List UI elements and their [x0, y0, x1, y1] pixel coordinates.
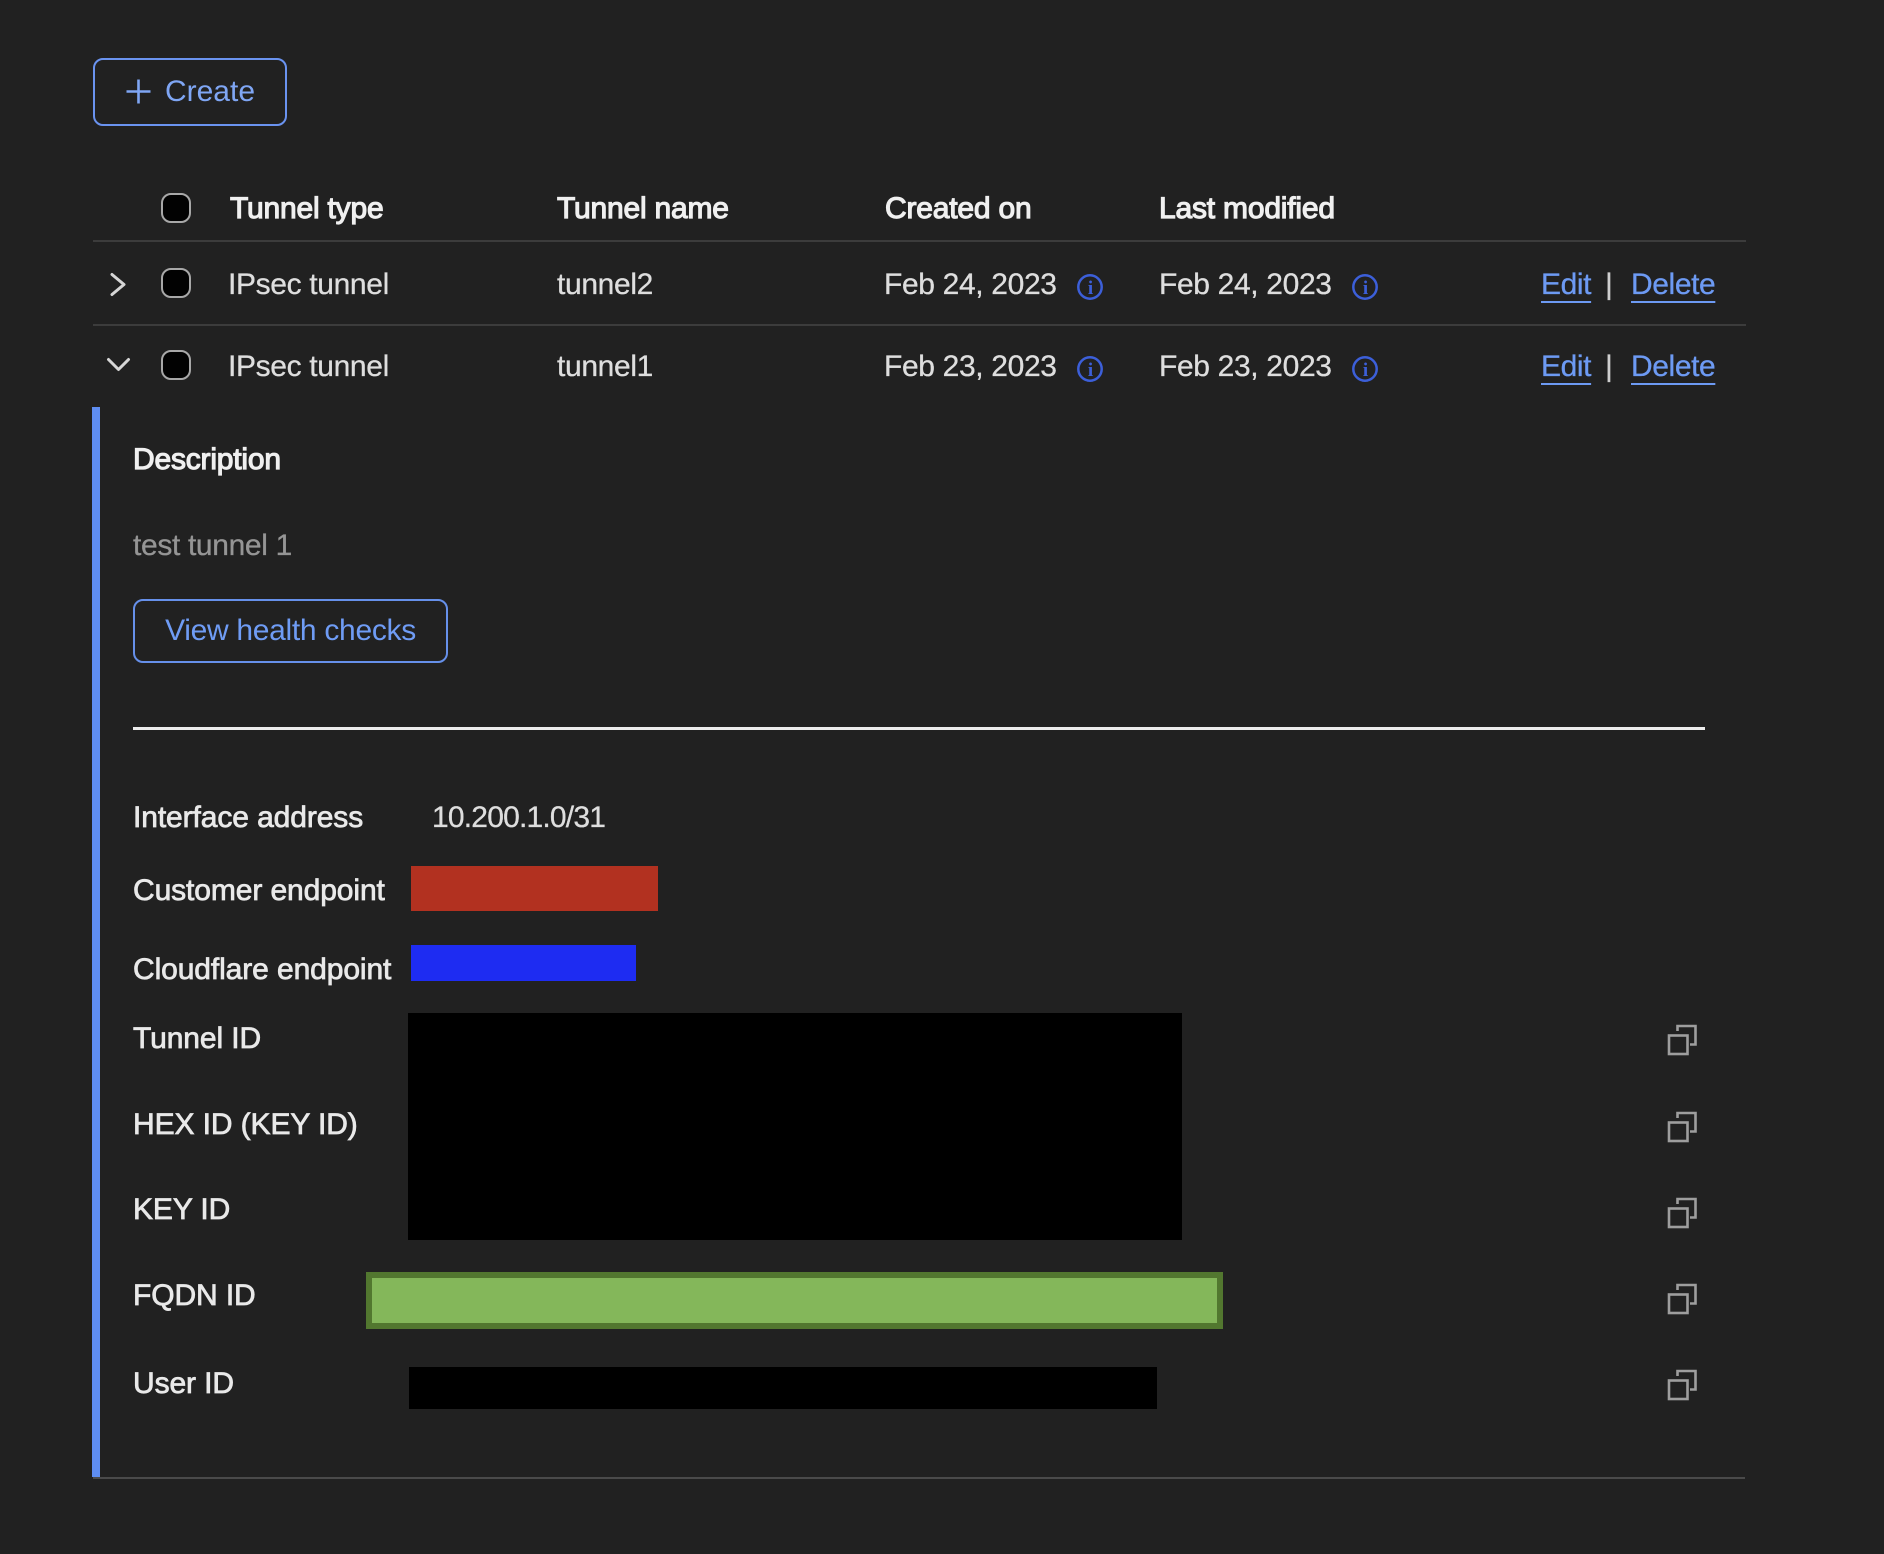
svg-text:i: i [1363, 278, 1368, 299]
svg-text:i: i [1088, 360, 1093, 381]
svg-text:i: i [1363, 360, 1368, 381]
svg-text:i: i [1088, 278, 1093, 299]
